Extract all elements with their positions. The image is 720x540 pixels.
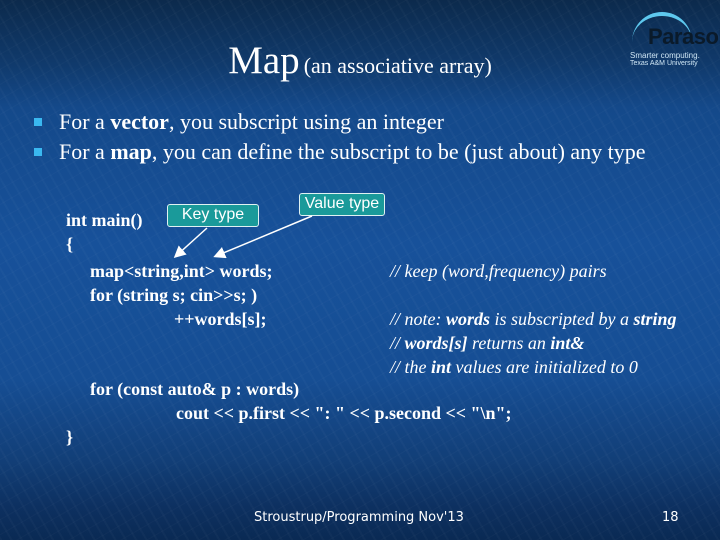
- bullet-text: For a vector, you subscript using an int…: [59, 109, 444, 134]
- code-line: cout << p.first << ": " << p.second << "…: [176, 403, 512, 423]
- code-line: ++words[s];: [174, 309, 267, 329]
- page-number: 18: [662, 510, 679, 525]
- bullet-text: For a map, you can define the subscript …: [59, 139, 646, 164]
- slide: Map (an associative array) Parasol Smart…: [0, 0, 720, 540]
- code-comment: // the int values are initialized to 0: [390, 357, 638, 377]
- logo-university: Texas A&M University: [630, 60, 698, 67]
- logo-name: Parasol: [648, 24, 720, 49]
- title-main: Map: [228, 39, 300, 82]
- parasol-logo: Parasol Smarter computing. Texas A&M Uni…: [622, 10, 720, 70]
- footer-text: Stroustrup/Programming Nov'13: [254, 510, 464, 525]
- bullet-square-icon: [34, 148, 42, 156]
- key-type-arrow: [173, 227, 208, 259]
- code-line: }: [66, 427, 74, 447]
- code-line: for (const auto& p : words): [90, 379, 300, 399]
- code-comment: // keep (word,frequency) pairs: [390, 261, 607, 281]
- code-comment: // words[s] returns an int&: [390, 333, 585, 353]
- code-comment: // note: words is subscripted by a strin…: [390, 309, 677, 329]
- code-line: int main(): [66, 210, 143, 230]
- title-subtitle: (an associative array): [303, 53, 492, 78]
- key-type-callout: Key type: [167, 204, 259, 227]
- slide-title: Map (an associative array): [0, 38, 720, 83]
- code-line: {: [66, 234, 74, 254]
- value-type-callout: Value type: [299, 193, 385, 216]
- code-line: map<string,int> words;: [90, 261, 273, 281]
- code-line: for (string s; cin>>s; ): [90, 285, 258, 305]
- logo-tagline: Smarter computing.: [630, 51, 700, 60]
- bullet-square-icon: [34, 118, 42, 126]
